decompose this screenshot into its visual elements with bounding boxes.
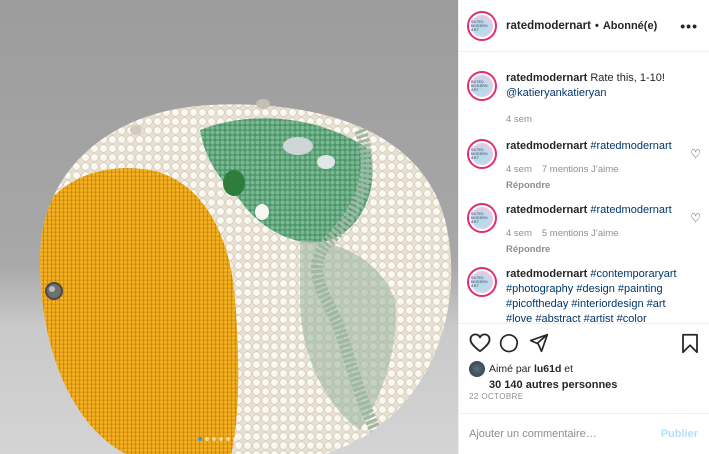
liked-by-suffix: et bbox=[564, 363, 574, 375]
comment-avatar[interactable]: RATED MODERN ART bbox=[467, 203, 497, 233]
liked-by-prefix: Aimé par bbox=[489, 363, 532, 375]
carousel-dot bbox=[205, 437, 209, 441]
publish-button[interactable]: Publier bbox=[661, 428, 698, 440]
comment-bubble-icon[interactable] bbox=[499, 333, 519, 353]
caption-time[interactable]: 4 sem bbox=[506, 114, 532, 125]
follow-status-button[interactable]: Abonné(e) bbox=[603, 20, 657, 32]
comments-list[interactable]: RATED MODERN ART ratedmodernart Rate thi… bbox=[459, 53, 709, 323]
caption-text: Rate this, 1-10! bbox=[590, 72, 665, 84]
liked-by-user[interactable]: lu61d bbox=[534, 363, 561, 375]
caption-avatar[interactable]: RATED MODERN ART bbox=[467, 71, 497, 101]
author-avatar[interactable]: RATED MODERN ART bbox=[467, 10, 497, 41]
heart-icon[interactable]: ♡ bbox=[690, 147, 701, 161]
other-likers-link[interactable]: 30 140 autres personnes bbox=[489, 379, 704, 391]
comment-input[interactable]: Ajouter un commentaire… bbox=[469, 428, 597, 440]
comment-item: RATED MODERN ART ratedmodernart #ratedmo… bbox=[467, 203, 705, 257]
reply-button[interactable]: Répondre bbox=[506, 178, 694, 193]
comment-hashtag-link[interactable]: #ratedmodernart bbox=[590, 204, 671, 216]
post-date[interactable]: 22 OCTOBRE bbox=[469, 392, 524, 401]
post-image[interactable] bbox=[0, 0, 458, 454]
carousel-dot bbox=[219, 437, 223, 441]
carousel-dot bbox=[212, 437, 216, 441]
more-options-icon[interactable]: ••• bbox=[680, 18, 698, 34]
comment-username[interactable]: ratedmodernart bbox=[506, 204, 587, 216]
moldy-lemon-sculpture bbox=[40, 99, 452, 454]
share-paper-plane-icon[interactable] bbox=[529, 333, 549, 353]
comment-avatar[interactable]: RATED MODERN ART bbox=[467, 267, 497, 297]
add-comment-bar: Ajouter un commentaire… Publier bbox=[459, 413, 709, 454]
comment-username[interactable]: ratedmodernart bbox=[506, 140, 587, 152]
author-username[interactable]: ratedmodernart bbox=[506, 20, 591, 32]
carousel-dot bbox=[226, 437, 230, 441]
comment-item: RATED MODERN ART ratedmodernart #contemp… bbox=[467, 267, 705, 323]
reply-button[interactable]: Répondre bbox=[506, 242, 694, 257]
action-bar bbox=[459, 323, 709, 361]
carousel-dots bbox=[198, 437, 237, 441]
comment-likes-count[interactable]: 5 mentions J’aime bbox=[542, 228, 619, 239]
caption-mention-link[interactable]: @katieryankatieryan bbox=[506, 87, 606, 99]
separator-dot: • bbox=[595, 19, 599, 32]
bookmark-icon[interactable] bbox=[681, 333, 699, 354]
post-header: RATED MODERN ART ratedmodernart • Abonné… bbox=[459, 0, 709, 52]
comment-avatar[interactable]: RATED MODERN ART bbox=[467, 139, 497, 169]
comment-username[interactable]: ratedmodernart bbox=[506, 268, 587, 280]
comment-hashtag-link[interactable]: #ratedmodernart bbox=[590, 140, 671, 152]
comment-time[interactable]: 4 sem bbox=[506, 164, 532, 175]
comment-likes-count[interactable]: 7 mentions J’aime bbox=[542, 164, 619, 175]
carousel-dot bbox=[198, 437, 202, 441]
likes-summary: Aimé par lu61d et 30 140 autres personne… bbox=[469, 361, 704, 391]
carousel-dot bbox=[233, 437, 237, 441]
liker-avatar[interactable] bbox=[469, 361, 485, 377]
heart-icon[interactable]: ♡ bbox=[690, 211, 701, 225]
post-side-panel: RATED MODERN ART ratedmodernart • Abonné… bbox=[458, 0, 709, 454]
comment-item: RATED MODERN ART ratedmodernart #ratedmo… bbox=[467, 139, 705, 193]
caption-username[interactable]: ratedmodernart bbox=[506, 72, 587, 84]
caption-item: RATED MODERN ART ratedmodernart Rate thi… bbox=[467, 71, 705, 127]
like-heart-icon[interactable] bbox=[469, 333, 491, 353]
comment-time[interactable]: 4 sem bbox=[506, 228, 532, 239]
